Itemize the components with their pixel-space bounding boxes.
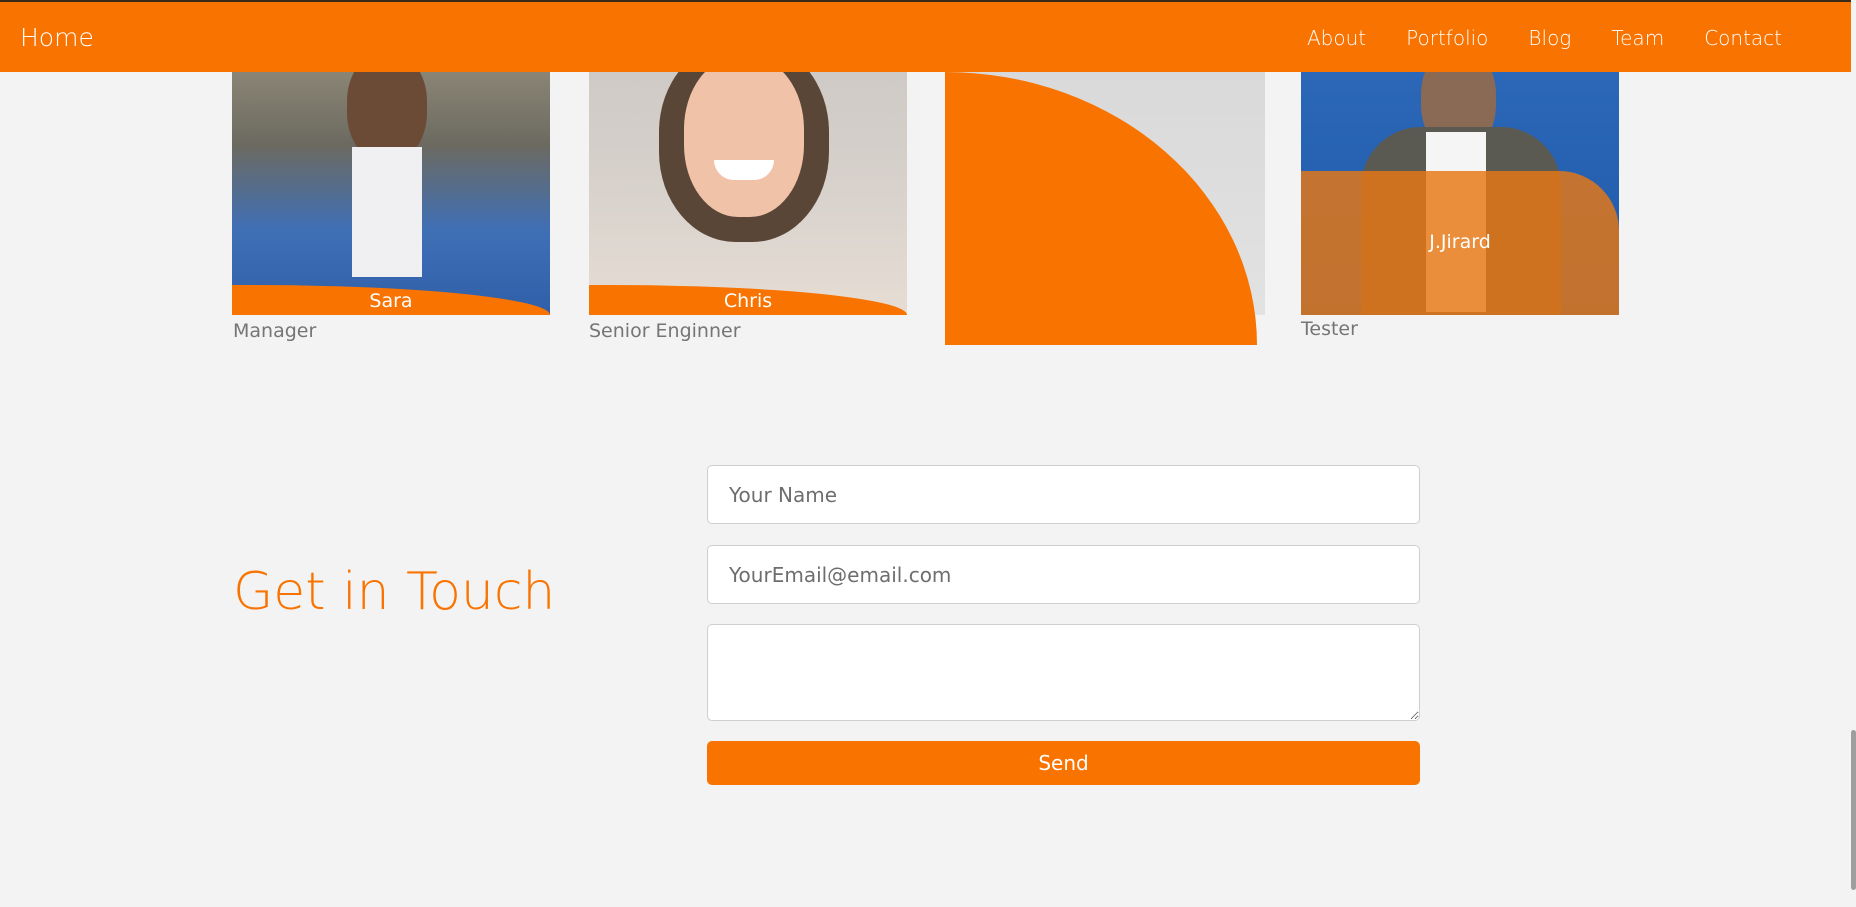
team-photo xyxy=(232,72,550,315)
team-photo xyxy=(589,72,907,315)
nav-links: About Portfolio Blog Team Contact xyxy=(1267,26,1782,50)
member-role: Manager xyxy=(233,320,317,342)
team-card-chris[interactable]: Chris xyxy=(589,72,907,315)
shirt xyxy=(352,147,422,277)
person-head xyxy=(684,72,804,217)
member-name: Sara xyxy=(369,290,413,312)
nav-link-contact[interactable]: Contact xyxy=(1704,26,1782,50)
home-link[interactable]: Home xyxy=(20,23,94,52)
scrollbar-thumb[interactable] xyxy=(1851,730,1856,890)
nav-link-about[interactable]: About xyxy=(1307,26,1366,50)
message-textarea[interactable] xyxy=(707,624,1420,721)
name-band: Chris xyxy=(589,285,907,315)
member-name: J.Jirard xyxy=(1429,231,1491,253)
email-input[interactable] xyxy=(707,545,1420,604)
member-overlay: J.Jirard xyxy=(1301,171,1619,315)
member-role: Tester xyxy=(1301,318,1358,340)
member-role: Senior Enginner xyxy=(589,320,741,342)
nav-link-blog[interactable]: Blog xyxy=(1528,26,1571,50)
team-card-sara[interactable]: Sara xyxy=(232,72,550,315)
member-name: Chris xyxy=(723,290,773,312)
contact-title: Get in Touch xyxy=(233,562,556,622)
navbar: Home About Portfolio Blog Team Contact xyxy=(0,0,1851,72)
name-band: Sara xyxy=(232,285,550,315)
nav-link-team[interactable]: Team xyxy=(1611,26,1664,50)
send-button[interactable]: Send xyxy=(707,741,1420,785)
nav-link-portfolio[interactable]: Portfolio xyxy=(1406,26,1488,50)
name-input[interactable] xyxy=(707,465,1420,524)
